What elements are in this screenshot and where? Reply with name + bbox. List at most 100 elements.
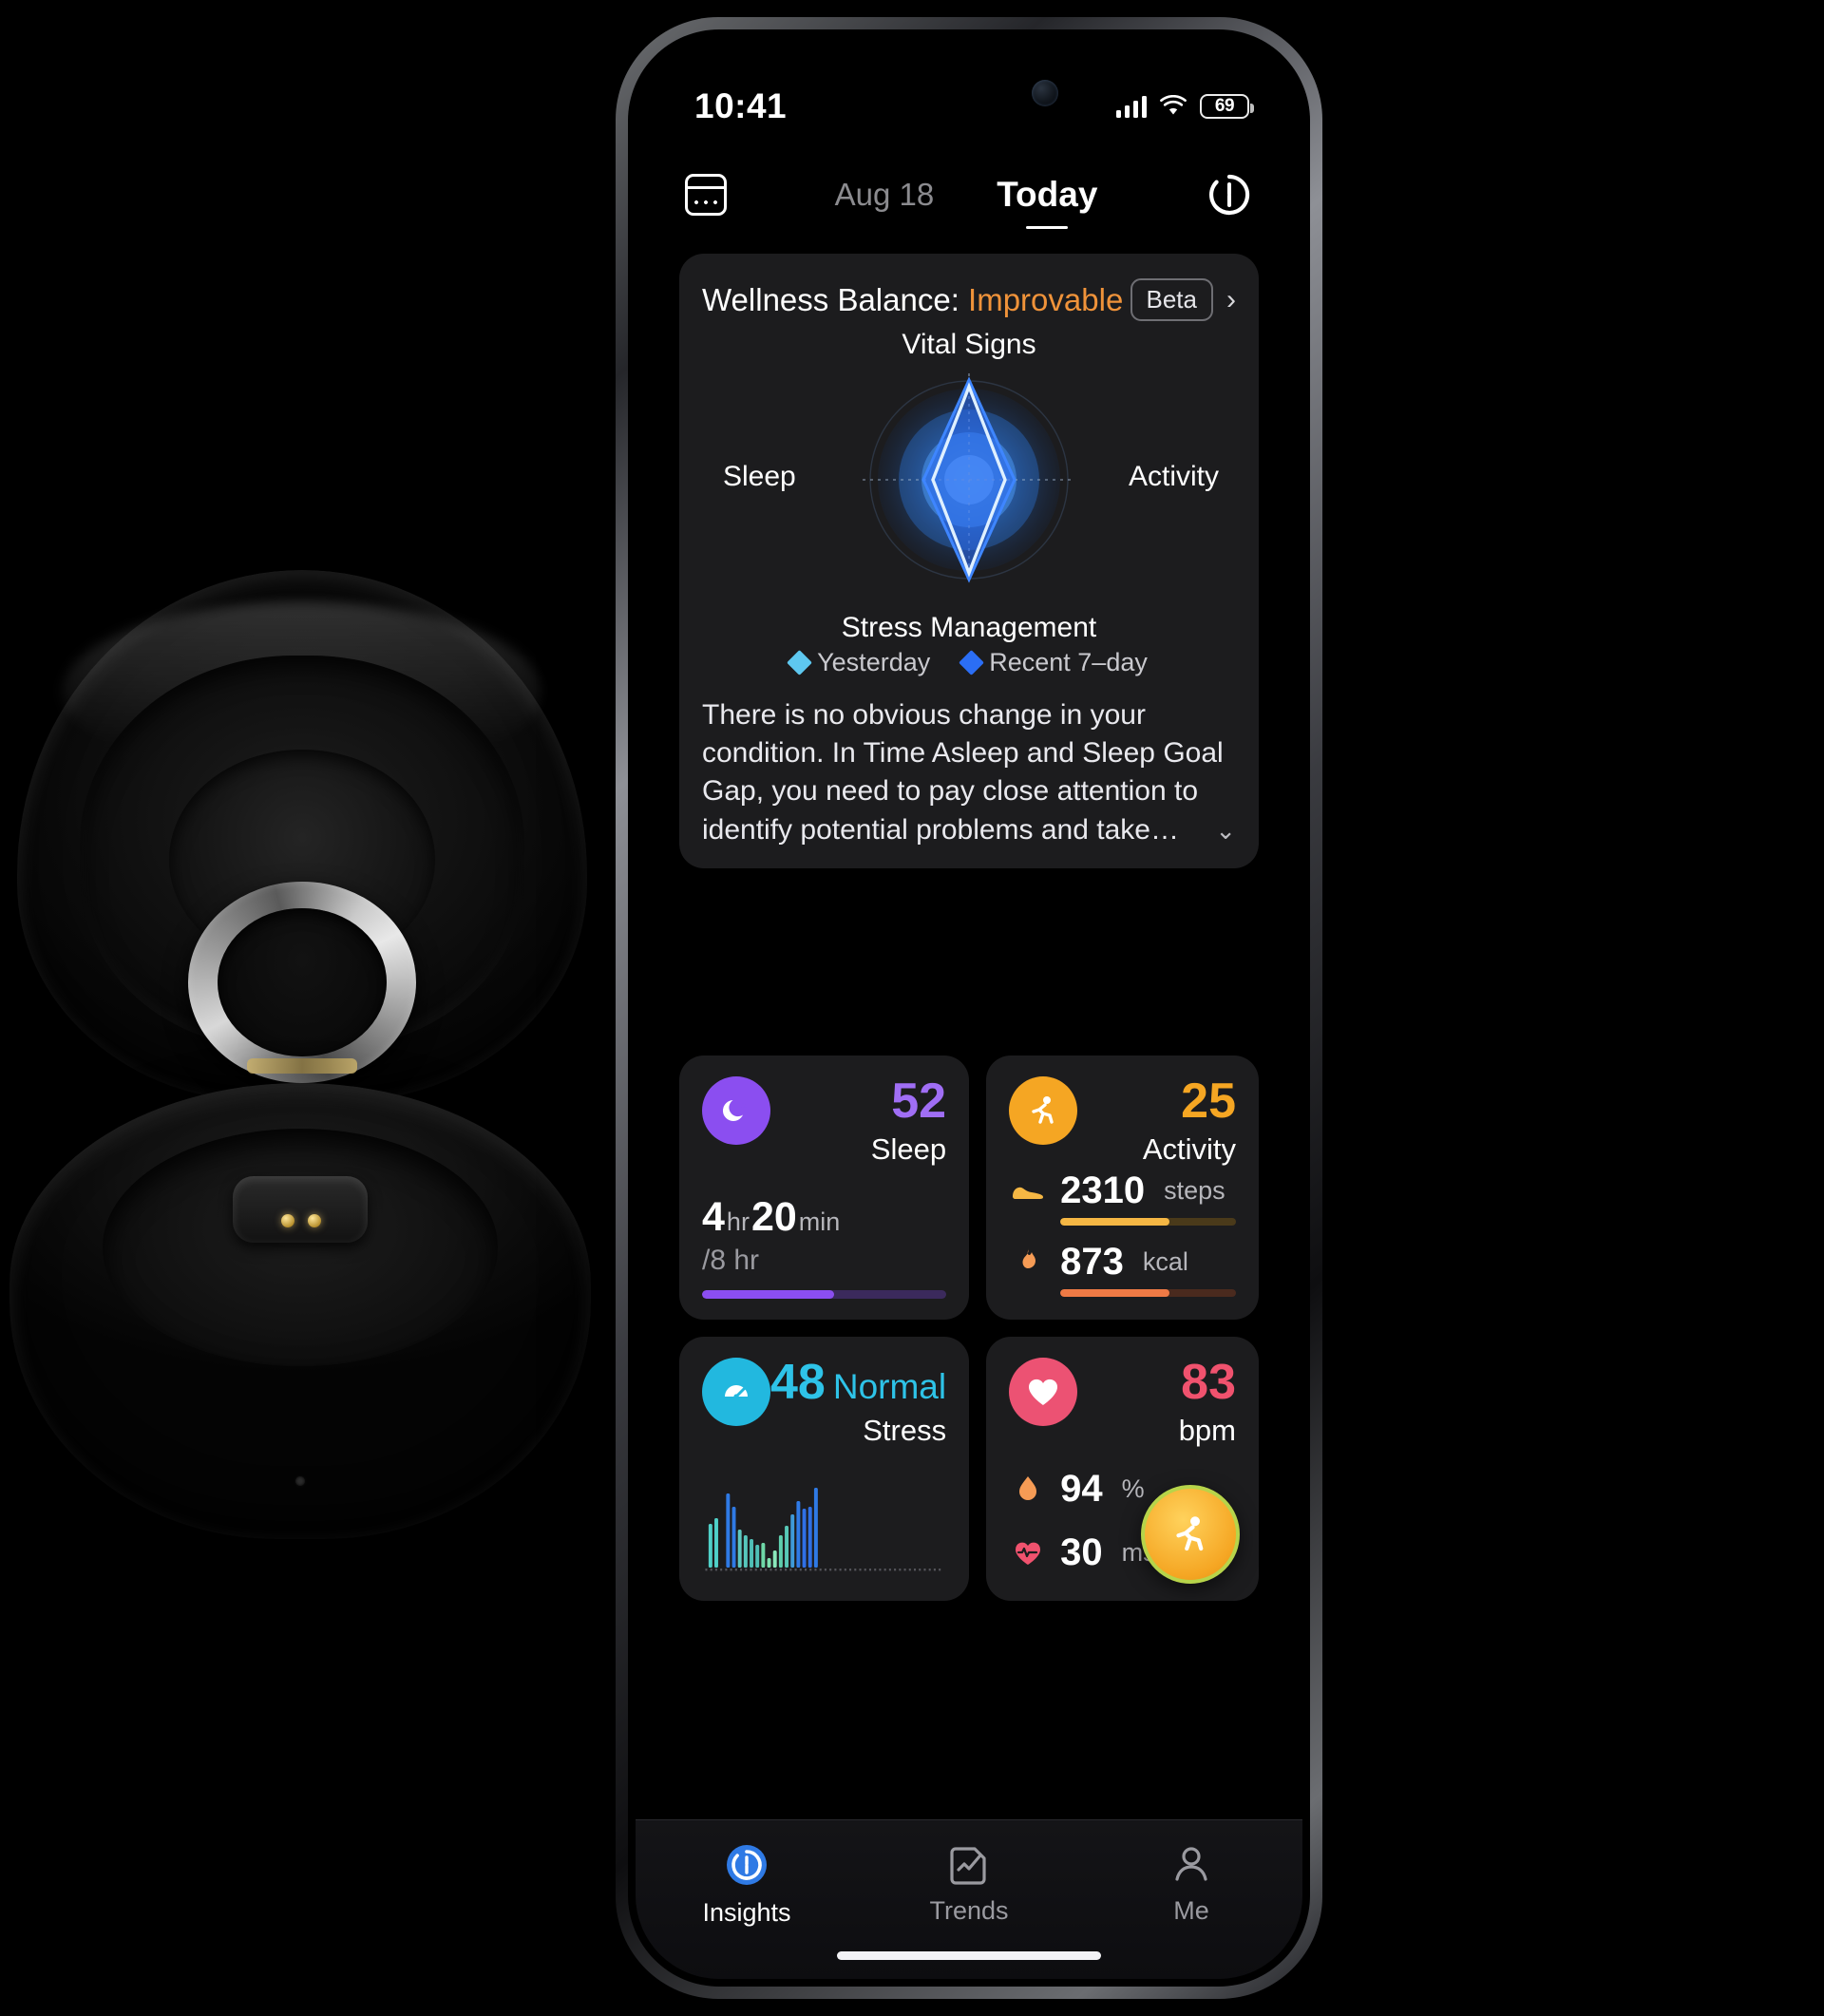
activity-card-body: 2310 steps 873 kcal [1009, 1170, 1236, 1299]
activity-card[interactable]: 25 Activity 2310 steps 873 kcal [986, 1056, 1259, 1320]
tab-insights[interactable]: Insights [661, 1841, 832, 1928]
previous-date-label[interactable]: Aug 18 [835, 177, 935, 213]
beta-badge: Beta [1130, 278, 1213, 321]
activity-score-block: 25 Activity [1143, 1076, 1236, 1167]
calories-progress-bar [1060, 1289, 1236, 1297]
phone-screen: 10:41 69 Aug 18 Today Wellness Balance: … [636, 37, 1302, 1979]
steps-unit: steps [1164, 1176, 1226, 1205]
stress-score: 48 [770, 1355, 826, 1410]
workout-run-icon[interactable] [1141, 1485, 1240, 1584]
radar-axis-label-top: Vital Signs [902, 329, 1036, 360]
wellness-status: Improvable [968, 281, 1124, 317]
front-camera-icon [1032, 80, 1058, 106]
sleep-progress-bar [702, 1290, 947, 1299]
charging-pin [308, 1214, 322, 1228]
heart-icon [1009, 1358, 1078, 1426]
svg-text:z: z [741, 1098, 747, 1112]
sleep-card[interactable]: z 52 Sleep 4hr20min /8 hr [679, 1056, 970, 1320]
steps-value: 2310 [1060, 1170, 1146, 1211]
sleep-card-header: z 52 Sleep [702, 1076, 946, 1167]
tab-label: Trends [929, 1896, 1009, 1925]
status-led [295, 1476, 305, 1486]
heart-rate-value: 83 [1181, 1355, 1236, 1410]
battery-percent: 69 [1214, 96, 1235, 116]
bottom-tab-bar: Insights Trends Me [636, 1819, 1302, 1979]
heart-pulse-icon [1009, 1540, 1047, 1567]
sleep-card-body: 4hr20min /8 hr [702, 1194, 947, 1299]
wellness-card-header: Wellness Balance: Improvable Beta › [702, 278, 1236, 321]
charging-dock [233, 1175, 368, 1243]
legend-label: Yesterday [817, 648, 931, 676]
smart-ring-charging-case-photo [0, 0, 627, 2016]
heart-rate-card[interactable]: 83 bpm 94 % 30 ms [986, 1337, 1259, 1601]
stress-card-header: 48 Normal Stress [702, 1358, 946, 1448]
legend-label: Recent 7–day [989, 648, 1148, 676]
charging-pin [281, 1214, 295, 1228]
chevron-right-icon[interactable]: › [1226, 284, 1236, 316]
app-navbar: Aug 18 Today [636, 153, 1302, 237]
insights-ring-icon [727, 1845, 767, 1885]
stress-status: Normal [832, 1367, 947, 1406]
wellness-description-text: There is no obvious change in your condi… [702, 699, 1224, 846]
calories-progress-fill [1060, 1289, 1169, 1297]
activity-card-header: 25 Activity [1009, 1076, 1236, 1167]
calendar-icon[interactable] [685, 174, 727, 216]
stress-score-block: 48 Normal Stress [770, 1358, 946, 1448]
moon-sleep-icon: z [702, 1076, 770, 1145]
battery-icon: 69 [1200, 94, 1254, 119]
wifi-icon [1160, 95, 1187, 115]
stress-score-line: 48 Normal [770, 1358, 946, 1407]
device-bezel: 10:41 69 Aug 18 Today Wellness Balance: … [628, 29, 1310, 1987]
tab-label: Insights [702, 1898, 791, 1927]
gauge-stress-icon [702, 1358, 770, 1426]
tab-label: Me [1173, 1896, 1209, 1925]
tab-me[interactable]: Me [1106, 1841, 1277, 1926]
steps-progress-fill [1060, 1218, 1169, 1226]
sleep-duration: 4hr20min [702, 1194, 946, 1241]
flame-icon [1009, 1247, 1047, 1278]
legend-diamond-icon [787, 650, 813, 675]
stress-label: Stress [863, 1414, 947, 1447]
heart-rate-unit: bpm [1178, 1414, 1236, 1447]
blood-drop-icon [1009, 1474, 1047, 1505]
wellness-title: Wellness Balance: Improvable [702, 282, 1130, 318]
calories-unit: kcal [1142, 1247, 1188, 1276]
sleep-score-block: 52 Sleep [871, 1076, 946, 1167]
sync-refresh-icon[interactable] [1206, 171, 1253, 219]
iphone-device: 10:41 69 Aug 18 Today Wellness Balance: … [616, 17, 1322, 1999]
stress-card-body [702, 1482, 946, 1580]
legend-item-yesterday: Yesterday [787, 648, 931, 677]
wellness-description: There is no obvious change in your condi… [702, 696, 1236, 849]
hrv-value: 30 [1060, 1531, 1103, 1573]
sleep-hours: 4 [702, 1194, 725, 1240]
calories-value: 873 [1060, 1241, 1124, 1283]
date-selector: Aug 18 Today [727, 175, 1206, 215]
today-tab[interactable]: Today [997, 175, 1097, 215]
activity-label: Activity [1142, 1132, 1236, 1166]
running-person-icon [1009, 1076, 1078, 1145]
metric-card-grid: z 52 Sleep 4hr20min /8 hr 25 Activity 23… [679, 1056, 1259, 1601]
sleep-goal: /8 hr [702, 1245, 760, 1276]
legend-diamond-icon [959, 650, 985, 675]
steps-progress-bar [1060, 1218, 1236, 1226]
radar-plot [863, 373, 1075, 586]
radar-legend: Yesterday Recent 7–day [702, 648, 1236, 677]
stress-bar-chart [705, 1488, 941, 1571]
status-indicators: 69 [1115, 94, 1254, 119]
wellness-balance-card[interactable]: Wellness Balance: Improvable Beta › Vita… [679, 254, 1259, 868]
spo2-value: 94 [1060, 1468, 1103, 1510]
home-indicator[interactable] [837, 1951, 1101, 1960]
sleep-minutes-unit: min [798, 1208, 841, 1236]
stress-card[interactable]: 48 Normal Stress [679, 1337, 970, 1601]
wellness-radar-chart: Vital Signs Sleep Activity Stress Manage… [702, 327, 1236, 643]
chevron-down-icon[interactable]: ⌄ [1215, 814, 1236, 847]
tab-trends[interactable]: Trends [884, 1841, 1054, 1926]
sleep-hours-unit: hr [726, 1208, 750, 1236]
sleep-minutes: 20 [750, 1194, 797, 1240]
wellness-title-prefix: Wellness Balance: [702, 281, 969, 317]
radar-axis-label-left: Sleep [723, 461, 796, 493]
calories-row: 873 kcal [1009, 1241, 1236, 1284]
smart-ring [188, 882, 416, 1083]
shoe-icon [1009, 1180, 1047, 1203]
legend-item-recent7day: Recent 7–day [959, 648, 1148, 677]
